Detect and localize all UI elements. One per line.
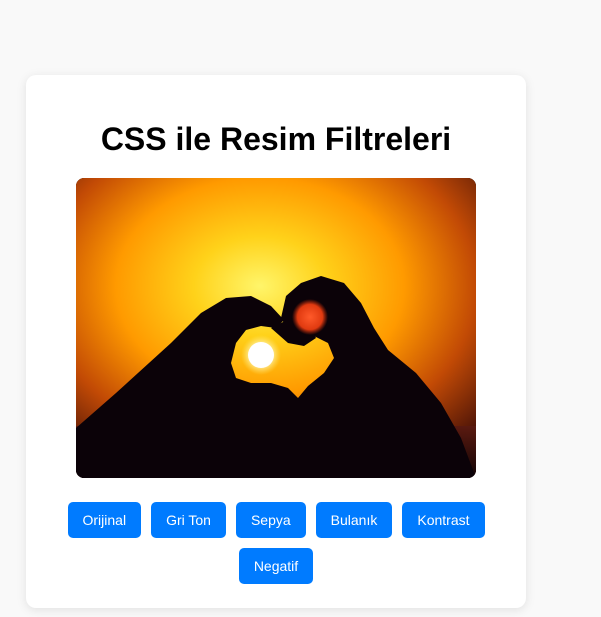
filter-contrast-button[interactable]: Kontrast bbox=[402, 502, 485, 538]
filter-sepia-button[interactable]: Sepya bbox=[235, 502, 306, 538]
sunset-heart-image bbox=[76, 178, 476, 478]
filter-grayscale-button[interactable]: Gri Ton bbox=[151, 502, 226, 538]
heart-hands-sunset-picture bbox=[76, 178, 476, 478]
filter-original-button[interactable]: Orijinal bbox=[67, 502, 142, 538]
filter-invert-button[interactable]: Negatif bbox=[238, 548, 314, 584]
filter-blur-button[interactable]: Bulanık bbox=[315, 502, 393, 538]
filter-card: CSS ile Resim Filtreleri Orijinal Gri To… bbox=[26, 75, 526, 608]
page-title: CSS ile Resim Filtreleri bbox=[100, 121, 452, 157]
filter-button-group: Orijinal Gri Ton Sepya Bulanık Kontrast … bbox=[26, 502, 526, 584]
